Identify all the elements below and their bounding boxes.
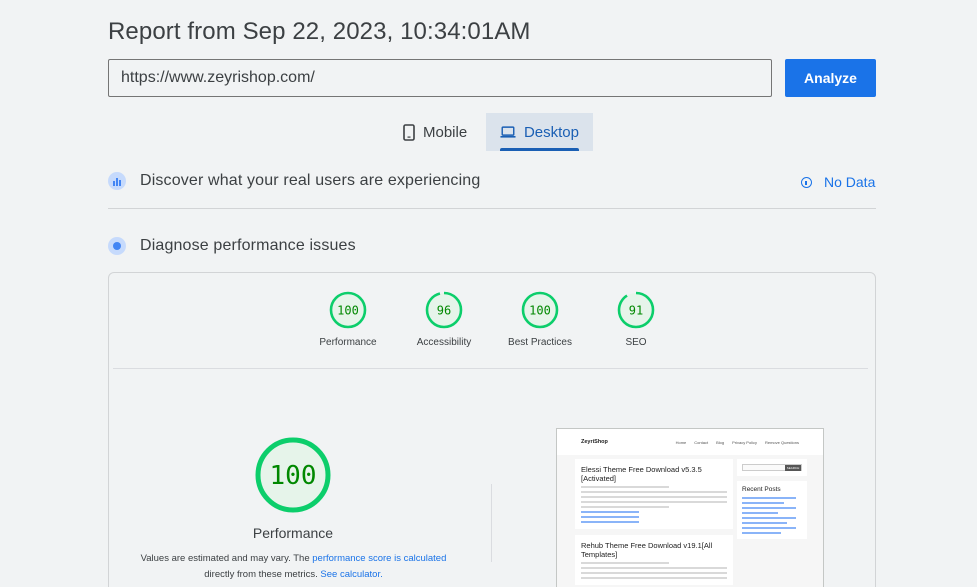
tab-selected-indicator [500,148,579,151]
score-ring: 96 [425,291,463,329]
tab-mobile-label: Mobile [423,123,468,141]
screenshot-post: Elessi Theme Free Download v5.3.5 [Activ… [575,459,733,529]
vertical-divider [491,484,492,562]
tab-desktop[interactable]: Desktop [486,113,593,151]
screenshot-recent-posts: Recent Posts [742,486,781,493]
performance-big-gauge: 100 [254,436,332,519]
field-data-heading: Discover what your real users are experi… [140,172,481,189]
info-icon [801,176,812,188]
panel-divider [113,368,868,369]
screenshot-nav: Home Contact Blog Privacy Policy Remove … [676,440,799,445]
performance-big-score: 100 [270,461,317,491]
diagnose-icon [108,237,126,255]
field-data-header: Discover what your real users are experi… [108,172,480,190]
report-title: Report from Sep 22, 2023, 10:34:01AM [108,18,531,45]
lab-data-header: Diagnose performance issues [108,237,356,255]
users-chart-icon [108,172,126,190]
score-value: 100 [337,304,359,318]
note-text-2: directly from these metrics. [204,569,321,580]
screenshot-nav-item: Blog [716,439,725,445]
tab-mobile[interactable]: Mobile [389,113,486,151]
performance-score-link[interactable]: performance score is calculated [312,553,446,564]
score-ring: 100 [521,291,559,329]
screenshot-nav-item: Privacy Policy [732,439,757,445]
score-ring: 100 [329,291,367,329]
score-value: 91 [629,304,643,318]
screenshot-sidebar: SEARCH Recent Posts [737,459,807,544]
lab-data-heading: Diagnose performance issues [140,237,356,254]
section-divider [108,208,876,209]
score-ring: 91 [617,291,655,329]
screenshot-search-button: SEARCH [785,465,801,471]
screenshot-header: ZeyriShop Home Contact Blog Privacy Poli… [557,429,823,455]
screenshot-post: Rehub Theme Free Download v19.1[All Temp… [575,535,733,585]
score-gauge-seo[interactable]: 91 SEO [576,290,696,348]
final-screenshot: ZeyriShop Home Contact Blog Privacy Poli… [556,428,824,587]
screenshot-nav-item: Contact [694,439,709,445]
see-calculator-link[interactable]: See calculator. [320,569,382,580]
pagespeed-report: Report from Sep 22, 2023, 10:34:01AM Ana… [0,0,977,587]
screenshot-nav-item: Home [675,439,687,445]
score-note: Values are estimated and may vary. The p… [130,551,457,583]
no-data-label: No Data [824,174,876,190]
tab-desktop-label: Desktop [523,123,579,141]
performance-big-label: Performance [252,525,334,541]
score-value: 96 [437,304,451,318]
score-value: 100 [529,304,551,318]
screenshot-main: Elessi Theme Free Download v5.3.5 [Activ… [575,459,733,587]
screenshot-brand: ZeyriShop [581,439,608,445]
analyze-button[interactable]: Analyze [785,59,876,97]
screenshot-nav-item: Remove Questions [764,439,799,445]
url-input[interactable] [108,59,772,97]
screenshot-post-title: Rehub Theme Free Download v19.1[All Temp… [581,541,713,559]
note-text-1: Values are estimated and may vary. The [140,553,313,564]
screenshot-post-title: Elessi Theme Free Download v5.3.5 [Activ… [581,465,702,483]
score-label: SEO [625,337,647,348]
laptop-icon [500,126,516,138]
no-data-link[interactable]: No Data [801,174,875,190]
smartphone-icon [403,123,415,141]
